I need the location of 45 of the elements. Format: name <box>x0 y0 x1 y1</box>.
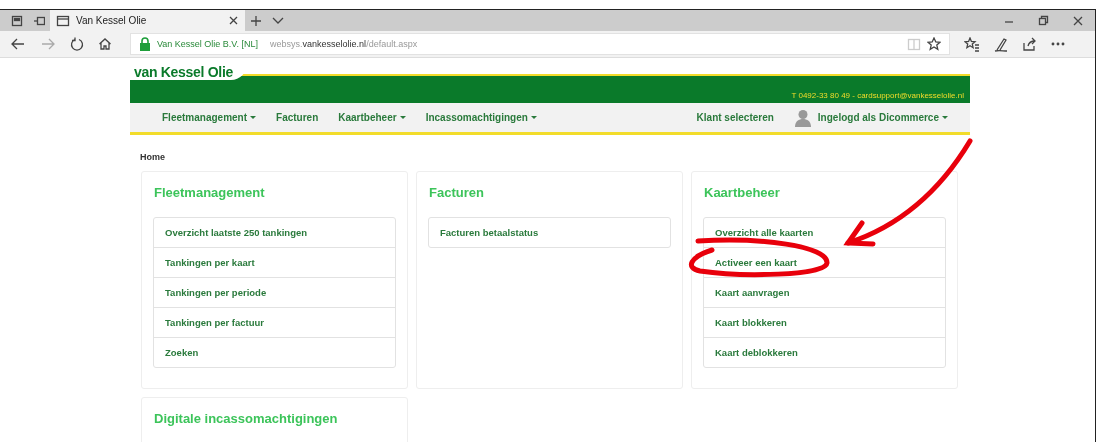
refresh-icon[interactable] <box>70 37 84 51</box>
tab-title: Van Kessel Olie <box>76 15 148 26</box>
star-icon[interactable] <box>927 37 941 51</box>
new-tab-icon[interactable] <box>250 14 262 27</box>
url-text: websys.vankesselolie.nl/default.aspx <box>270 39 418 49</box>
menu-link[interactable]: Overzicht alle kaarten <box>704 218 945 247</box>
panel-title: Digitale incassomachtigingen <box>154 411 338 426</box>
panel-title: Kaartbeheer <box>704 185 780 200</box>
menu-link[interactable]: Tankingen per kaart <box>154 247 395 277</box>
padlock-icon <box>139 37 151 51</box>
nav-link[interactable]: Fleetmanagement <box>162 112 257 123</box>
menu-link[interactable]: Kaart deblokkeren <box>704 337 945 367</box>
panel-title: Fleetmanagement <box>154 185 265 200</box>
site-identity: Van Kessel Olie B.V. [NL] <box>157 39 259 49</box>
close-icon[interactable] <box>228 15 239 26</box>
tabs-aside-icon[interactable] <box>33 14 45 27</box>
contact-info: T 0492-33 80 49 - cardsupport@vankesselolie.nl <box>791 91 964 100</box>
breadcrumb[interactable]: Home <box>140 152 165 162</box>
menu-link[interactable]: Overzicht laatste 250 tankingen <box>154 218 395 247</box>
close-icon[interactable] <box>1073 15 1083 26</box>
menu-link[interactable]: Kaart aanvragen <box>704 277 945 307</box>
menu-link[interactable]: Kaart blokkeren <box>704 307 945 337</box>
tab-list-icon[interactable] <box>11 14 23 27</box>
menu-link[interactable]: Tankingen per periode <box>154 277 395 307</box>
favorites-icon[interactable] <box>964 36 980 52</box>
browser-tab[interactable]: Van Kessel Olie <box>50 10 245 31</box>
share-icon[interactable] <box>1022 37 1037 51</box>
panel-title: Facturen <box>429 185 484 200</box>
menu-link[interactable]: Zoeken <box>154 337 395 367</box>
nav-link[interactable]: Ingelogd als Dicommerce <box>817 112 948 123</box>
back-icon[interactable] <box>10 37 26 51</box>
site-logo[interactable]: van Kessel Olie <box>130 64 247 80</box>
user-avatar-icon <box>793 108 812 127</box>
menu-link[interactable]: Facturen betaalstatus <box>429 218 670 247</box>
nav-link[interactable]: Incassomachtigingen <box>425 112 537 123</box>
menu-link[interactable]: Activeer een kaart <box>704 247 945 277</box>
pen-icon[interactable] <box>994 36 1008 52</box>
restore-icon[interactable] <box>1038 15 1049 26</box>
nav-link[interactable]: Klant selecteren <box>696 112 774 123</box>
menu-link[interactable]: Tankingen per factuur <box>154 307 395 337</box>
home-icon[interactable] <box>98 37 112 51</box>
nav-link[interactable]: Facturen <box>276 112 319 123</box>
nav-link[interactable]: Kaartbeheer <box>338 112 406 123</box>
page-icon[interactable] <box>56 13 70 28</box>
address-field[interactable]: Van Kessel Olie B.V. [NL] websys.vankesselolie.nl/default.aspx <box>130 33 950 55</box>
